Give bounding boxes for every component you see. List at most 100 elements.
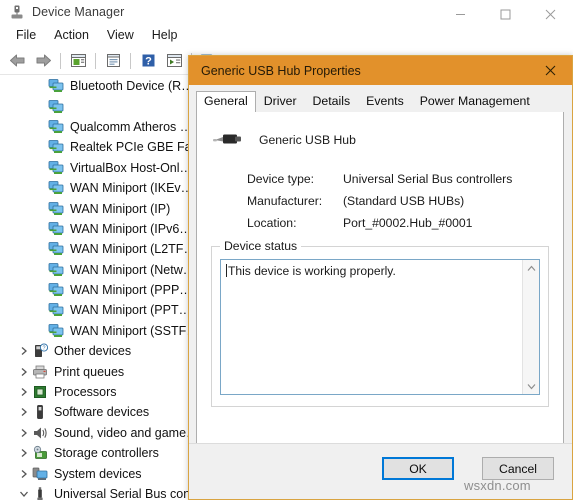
tree-item-label: Other devices [54, 344, 132, 359]
property-label-device-type: Device type: [247, 172, 315, 186]
tree-item-label: VirtualBox Host-Onl… [70, 160, 193, 175]
dialog-footer: OK Cancel [189, 443, 572, 499]
device-status-scrollbar[interactable] [522, 260, 539, 394]
network-adapter-icon [48, 180, 64, 196]
menu-file[interactable]: File [7, 26, 45, 45]
window-titlebar: Device Manager [0, 0, 573, 24]
property-value-manufacturer: (Standard USB HUBs) [343, 194, 465, 208]
ok-button[interactable]: OK [382, 457, 454, 480]
chevron-down-icon[interactable] [16, 486, 32, 500]
network-adapter-icon [48, 139, 64, 155]
dialog-close-icon[interactable] [528, 56, 572, 85]
device-properties: Device type: Universal Serial Bus contro… [247, 168, 512, 234]
menu-help[interactable]: Help [143, 26, 187, 45]
chevron-right-icon[interactable] [16, 404, 32, 420]
chevron-right-icon[interactable] [16, 445, 32, 461]
tree-item-label: Sound, video and game… [54, 425, 199, 440]
tab-page-general: Generic USB Hub Device type: Universal S… [196, 112, 564, 468]
storage-controller-icon [32, 445, 48, 461]
dialog-body: General Driver Details Events Power Mana… [189, 85, 572, 499]
network-adapter-icon [48, 99, 64, 115]
network-adapter-icon [48, 201, 64, 217]
scan-hardware-icon[interactable] [162, 50, 186, 72]
network-adapter-icon [48, 302, 64, 318]
chevron-right-icon[interactable] [16, 364, 32, 380]
svg-text:?: ? [145, 56, 152, 68]
window-controls [438, 0, 573, 29]
network-adapter-icon [48, 262, 64, 278]
network-adapter-icon [48, 282, 64, 298]
tree-item-label: WAN Miniport (SSTF… [70, 323, 199, 338]
other-devices-icon: ? [32, 343, 49, 359]
network-adapter-icon [48, 323, 64, 339]
tree-item-label: WAN Miniport (PPT… [70, 303, 192, 318]
toolbar-separator [95, 52, 96, 69]
properties-dialog: Generic USB Hub Properties General Drive… [188, 55, 573, 500]
tree-item-label: Print queues [54, 364, 125, 379]
device-header: Generic USB Hub [211, 128, 356, 152]
cancel-button[interactable]: Cancel [482, 457, 554, 480]
property-value-device-type: Universal Serial Bus controllers [343, 172, 513, 186]
tab-power-management[interactable]: Power Management [412, 91, 538, 112]
usb-plug-icon [211, 128, 245, 152]
toolbar-separator [60, 52, 61, 69]
properties-icon[interactable] [66, 50, 90, 72]
minimize-button[interactable] [438, 0, 483, 29]
back-icon[interactable] [5, 50, 29, 72]
window-title: Device Manager [32, 5, 125, 19]
sound-icon [32, 425, 48, 441]
device-status-textbox[interactable]: This device is working properly. [220, 259, 540, 395]
tab-details[interactable]: Details [305, 91, 359, 112]
tree-item-label: WAN Miniport (IKEv… [70, 181, 194, 196]
forward-icon[interactable] [31, 50, 55, 72]
help-icon[interactable]: ? [136, 50, 160, 72]
dialog-tabstrip: General Driver Details Events Power Mana… [196, 91, 564, 113]
printer-icon [32, 364, 48, 380]
software-device-icon [32, 404, 48, 420]
help-topics-icon[interactable] [101, 50, 125, 72]
maximize-button[interactable] [483, 0, 528, 29]
tree-item-label: System devices [54, 466, 142, 481]
network-adapter-icon [48, 221, 64, 237]
tree-item-label: Processors [54, 385, 117, 400]
property-label-location: Location: [247, 216, 297, 230]
menu-view[interactable]: View [98, 26, 143, 45]
property-label-manufacturer: Manufacturer: [247, 194, 323, 208]
scroll-down-icon[interactable] [527, 378, 536, 394]
tree-item-label: Storage controllers [54, 446, 159, 461]
tree-item-label: WAN Miniport (Netw… [70, 262, 196, 277]
network-adapter-icon [48, 241, 64, 257]
close-button[interactable] [528, 0, 573, 29]
menu-action[interactable]: Action [45, 26, 98, 45]
svg-text:?: ? [43, 346, 46, 352]
network-adapter-icon [48, 160, 64, 176]
tab-general[interactable]: General [196, 91, 256, 113]
device-status-text: This device is working properly. [228, 264, 396, 278]
device-status-groupbox: Device status This device is working pro… [211, 239, 549, 407]
chevron-right-icon[interactable] [16, 343, 32, 359]
chevron-right-icon[interactable] [16, 466, 32, 482]
tab-events[interactable]: Events [358, 91, 412, 112]
system-device-icon [32, 466, 48, 482]
property-row-location: Location: Port_#0002.Hub_#0001 [247, 212, 512, 234]
device-name: Generic USB Hub [259, 133, 356, 147]
tree-item-label: Software devices [54, 405, 150, 420]
scroll-up-icon[interactable] [527, 260, 536, 276]
tree-item-label: Realtek PCIe GBE Fa… [70, 140, 205, 155]
tree-item-label: Universal Serial Bus con… [54, 487, 203, 500]
chevron-right-icon[interactable] [16, 384, 32, 400]
tree-item-label: Bluetooth Device (R… [70, 79, 194, 94]
property-row-device-type: Device type: Universal Serial Bus contro… [247, 168, 512, 190]
property-value-location: Port_#0002.Hub_#0001 [343, 216, 473, 230]
dialog-titlebar: Generic USB Hub Properties [189, 56, 572, 85]
usb-controller-icon [32, 486, 48, 500]
property-row-manufacturer: Manufacturer: (Standard USB HUBs) [247, 190, 512, 212]
device-status-text-area[interactable]: This device is working properly. [221, 260, 522, 394]
toolbar-separator [130, 52, 131, 69]
text-caret [226, 264, 227, 277]
dialog-title: Generic USB Hub Properties [201, 63, 361, 78]
tab-driver[interactable]: Driver [256, 91, 305, 112]
tree-item-label: WAN Miniport (L2TF… [70, 242, 196, 257]
chevron-right-icon[interactable] [16, 425, 32, 441]
device-status-legend: Device status [220, 239, 302, 253]
